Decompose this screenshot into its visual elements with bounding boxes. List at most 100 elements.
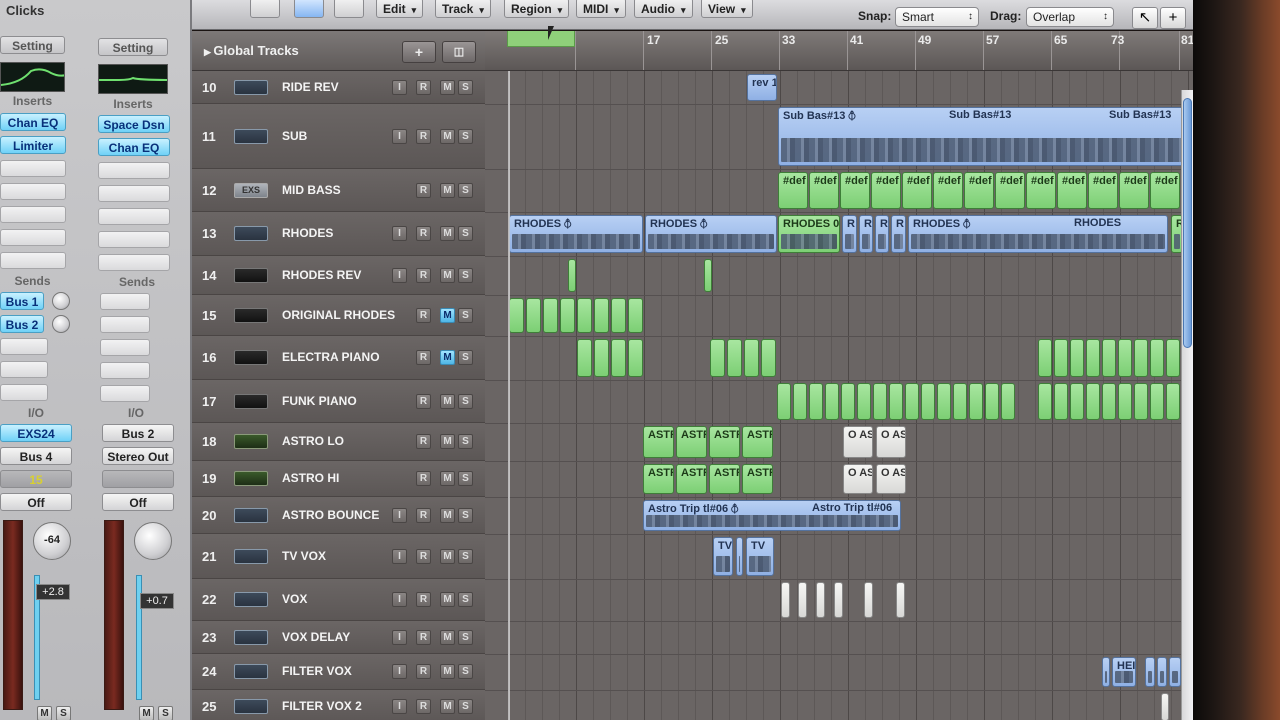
- track-name[interactable]: SUB: [282, 129, 307, 143]
- input-slot[interactable]: EXS24: [0, 424, 72, 442]
- midi-region[interactable]: RHODES 0: [778, 215, 840, 253]
- drag-popup[interactable]: Overlap: [1026, 7, 1114, 27]
- track-row[interactable]: 12 EXS MID BASS R M S: [192, 169, 485, 212]
- midi-region[interactable]: ASTR: [742, 464, 773, 494]
- record-enable-button[interactable]: R: [416, 471, 431, 486]
- record-enable-button[interactable]: R: [416, 268, 431, 283]
- track-row[interactable]: 19 ASTRO HI R M S: [192, 461, 485, 497]
- send-bus-1[interactable]: Bus 1: [0, 292, 44, 310]
- track-row[interactable]: 18 ASTRO LO R M S: [192, 423, 485, 461]
- midi-region[interactable]: ASTR: [742, 426, 773, 458]
- midi-region[interactable]: [727, 339, 742, 377]
- midi-region[interactable]: #def: [871, 172, 901, 209]
- output-slot[interactable]: Stereo Out: [102, 447, 174, 465]
- vertical-scrollbar[interactable]: [1181, 90, 1193, 720]
- send-slot-empty[interactable]: [0, 361, 48, 378]
- mute-button[interactable]: M: [440, 549, 455, 564]
- midi-region[interactable]: [761, 339, 776, 377]
- midi-region[interactable]: [509, 298, 524, 333]
- insert-slot-empty[interactable]: [98, 162, 170, 179]
- midi-region[interactable]: [611, 298, 626, 333]
- send-level-knob[interactable]: [52, 315, 70, 333]
- midi-region[interactable]: ASTR: [709, 426, 740, 458]
- audio-region[interactable]: rev 1: [747, 74, 777, 101]
- midi-region[interactable]: [1086, 383, 1100, 420]
- audio-region[interactable]: O AS: [876, 464, 906, 494]
- solo-button[interactable]: S: [458, 592, 473, 607]
- midi-region[interactable]: [577, 298, 592, 333]
- mute-button[interactable]: M: [440, 508, 455, 523]
- solo-button[interactable]: S: [458, 394, 473, 409]
- record-enable-button[interactable]: R: [416, 699, 431, 714]
- insert-slot-1[interactable]: Space Dsn: [98, 115, 170, 133]
- mute-button[interactable]: M: [440, 394, 455, 409]
- pan-knob[interactable]: -64: [33, 522, 71, 560]
- insert-slot-2[interactable]: Limiter: [0, 136, 66, 154]
- midi-region[interactable]: [1054, 339, 1068, 377]
- send-level-knob[interactable]: [52, 292, 70, 310]
- midi-region[interactable]: #def: [902, 172, 932, 209]
- record-enable-button[interactable]: R: [416, 226, 431, 241]
- track-row[interactable]: 24 FILTER VOX I R M S: [192, 654, 485, 690]
- menu-audio[interactable]: Audio: [634, 0, 693, 18]
- group-slot[interactable]: 15: [0, 470, 72, 488]
- midi-region[interactable]: [744, 339, 759, 377]
- midi-region[interactable]: [873, 383, 887, 420]
- mute-button[interactable]: M: [440, 699, 455, 714]
- audio-region[interactable]: TV: [746, 537, 774, 576]
- insert-slot-empty[interactable]: [0, 183, 66, 200]
- mute-button[interactable]: M: [440, 434, 455, 449]
- record-enable-button[interactable]: R: [416, 183, 431, 198]
- track-name[interactable]: RIDE REV: [282, 80, 339, 94]
- midi-region[interactable]: [560, 298, 575, 333]
- track-name[interactable]: ASTRO HI: [282, 471, 339, 485]
- midi-region[interactable]: [1134, 383, 1148, 420]
- menu-region[interactable]: Region: [504, 0, 570, 18]
- send-bus-2[interactable]: Bus 2: [0, 315, 44, 333]
- track-name[interactable]: RHODES: [282, 226, 333, 240]
- mute-button[interactable]: M: [440, 350, 455, 365]
- eq-thumbnail[interactable]: [0, 62, 65, 92]
- midi-region[interactable]: [1070, 339, 1084, 377]
- track-name[interactable]: ELECTRA PIANO: [282, 350, 380, 364]
- toolbar-button[interactable]: [250, 0, 280, 18]
- audio-region[interactable]: [1157, 657, 1167, 687]
- audio-region[interactable]: RHODES ⦽: [509, 215, 643, 253]
- input-monitor-button[interactable]: I: [392, 129, 407, 144]
- audio-region[interactable]: O AS: [843, 464, 873, 494]
- midi-region[interactable]: [1134, 339, 1148, 377]
- solo-button[interactable]: S: [158, 706, 173, 720]
- record-enable-button[interactable]: R: [416, 508, 431, 523]
- midi-region[interactable]: #def: [778, 172, 808, 209]
- snap-popup[interactable]: Smart: [895, 7, 979, 27]
- send-slot-empty[interactable]: [0, 338, 48, 355]
- crosshair-tool-icon[interactable]: +: [1160, 7, 1186, 29]
- track-row[interactable]: 15 ORIGINAL RHODES R M S: [192, 295, 485, 336]
- solo-button[interactable]: S: [56, 706, 71, 720]
- send-slot-empty[interactable]: [100, 339, 150, 356]
- midi-region[interactable]: #def: [1119, 172, 1149, 209]
- menu-edit[interactable]: Edit: [376, 0, 424, 18]
- input-monitor-button[interactable]: I: [392, 508, 407, 523]
- midi-region[interactable]: [704, 259, 712, 292]
- menu-view[interactable]: View: [701, 0, 753, 18]
- audio-region[interactable]: [834, 582, 843, 618]
- track-name[interactable]: ASTRO BOUNCE: [282, 508, 379, 522]
- midi-region[interactable]: [1118, 339, 1132, 377]
- input-monitor-button[interactable]: I: [392, 549, 407, 564]
- midi-region[interactable]: [1166, 339, 1180, 377]
- setting-button[interactable]: Setting: [0, 36, 65, 54]
- audio-region[interactable]: [1169, 657, 1181, 687]
- send-slot-empty[interactable]: [0, 384, 48, 401]
- input-monitor-button[interactable]: I: [392, 630, 407, 645]
- midi-region[interactable]: [889, 383, 903, 420]
- track-row[interactable]: 11 SUB I R M S: [192, 104, 485, 169]
- playhead[interactable]: [508, 71, 510, 720]
- midi-region[interactable]: ASTR: [676, 426, 707, 458]
- mute-button[interactable]: M: [440, 630, 455, 645]
- folder-icon[interactable]: ◫: [442, 41, 476, 63]
- input-monitor-button[interactable]: I: [392, 592, 407, 607]
- solo-button[interactable]: S: [458, 350, 473, 365]
- audio-region[interactable]: [816, 582, 825, 618]
- track-name[interactable]: RHODES REV: [282, 268, 361, 282]
